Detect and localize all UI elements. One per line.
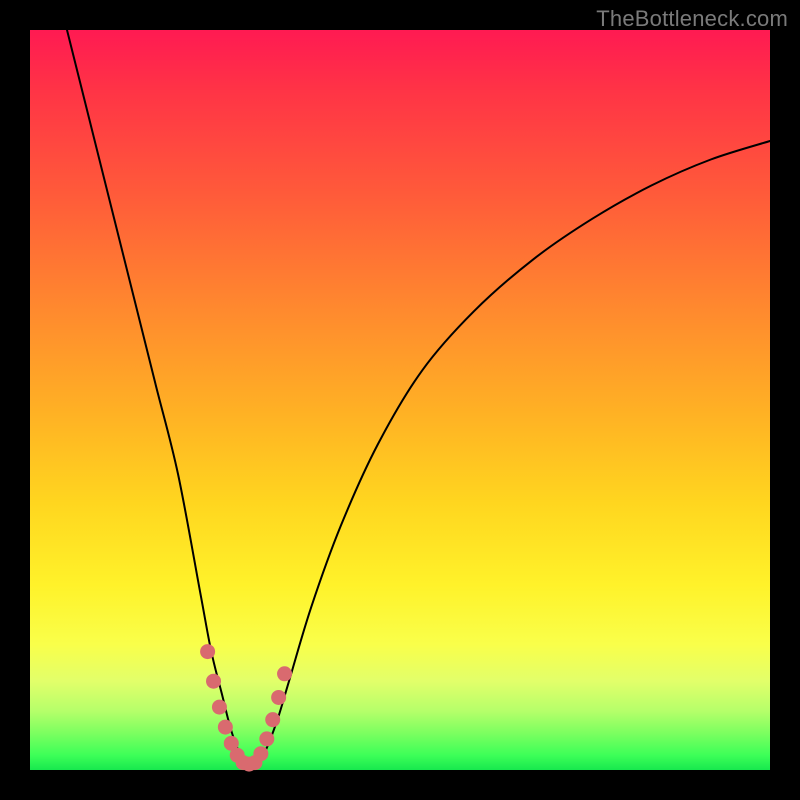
highlight-dot — [253, 746, 268, 761]
highlight-dot — [212, 700, 227, 715]
plot-area — [30, 30, 770, 770]
watermark-text: TheBottleneck.com — [596, 6, 788, 32]
highlight-dot — [259, 731, 274, 746]
bottleneck-curve — [67, 30, 770, 764]
highlight-dot — [218, 720, 233, 735]
highlight-dot — [206, 674, 221, 689]
curve-layer — [30, 30, 770, 770]
chart-container: TheBottleneck.com — [0, 0, 800, 800]
highlight-dot — [200, 644, 215, 659]
highlight-dot — [271, 690, 286, 705]
highlight-dot — [265, 712, 280, 727]
highlight-dot — [277, 666, 292, 681]
